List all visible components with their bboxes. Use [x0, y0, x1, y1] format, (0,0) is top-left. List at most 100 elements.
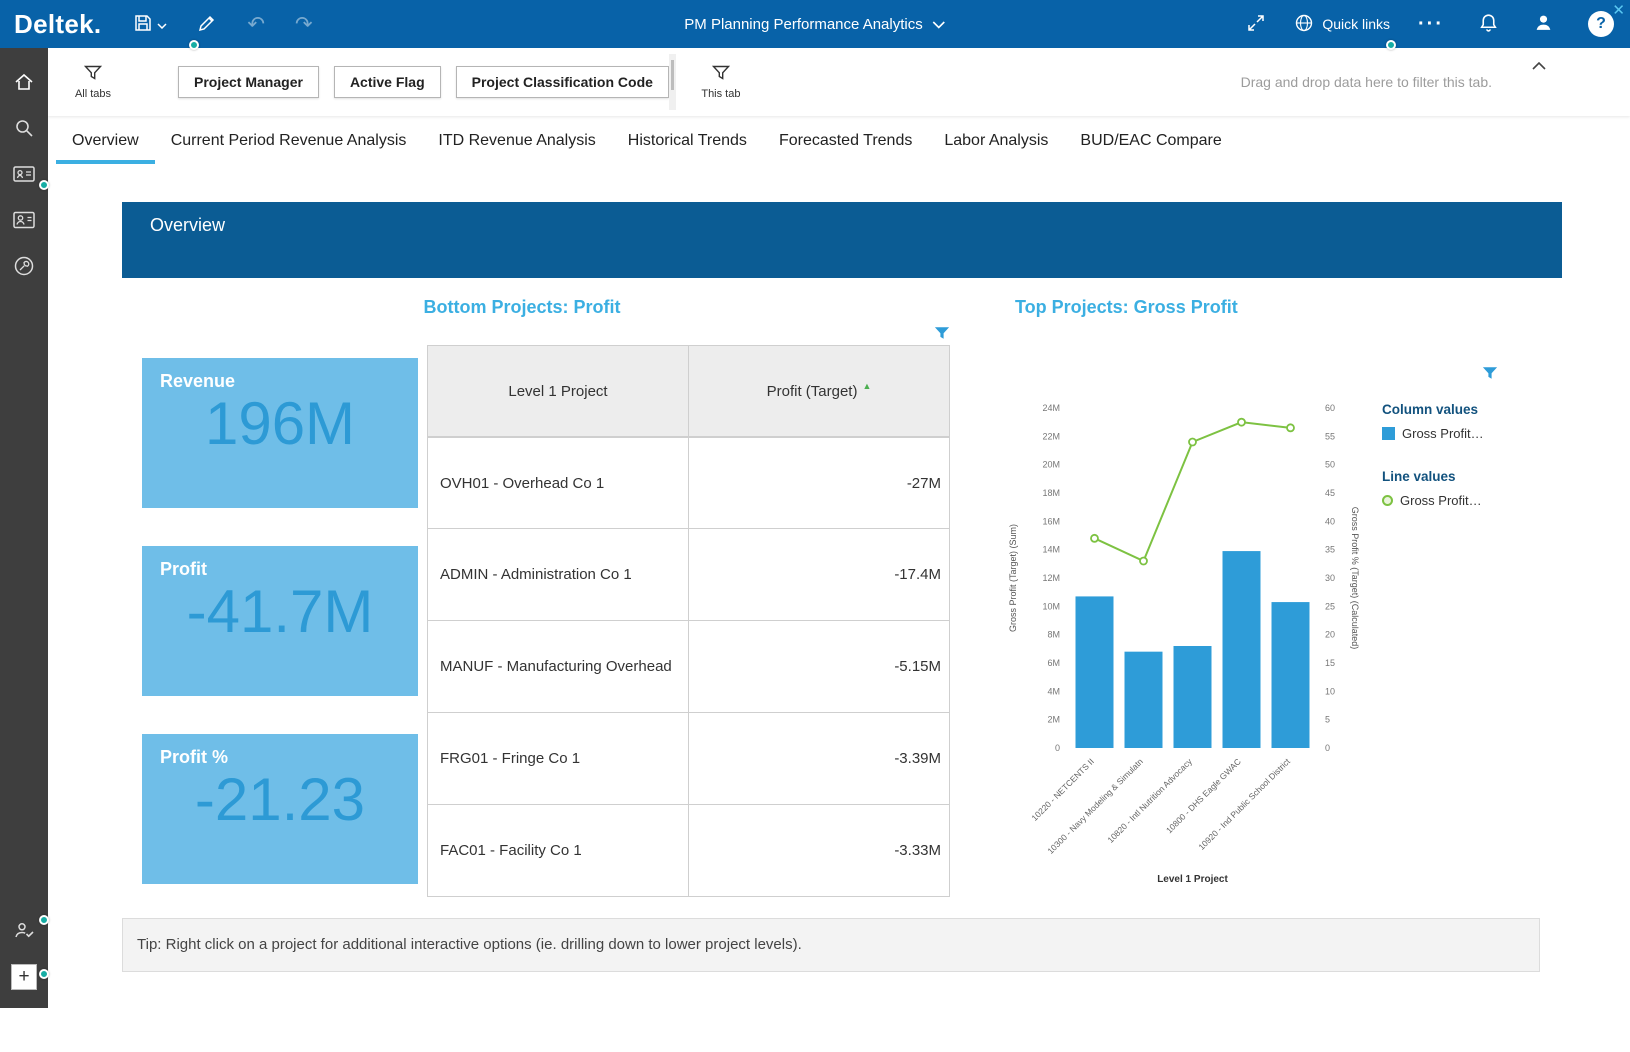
table-row[interactable]: FRG01 - Fringe Co 1-3.39M: [427, 713, 950, 805]
home-icon: [13, 71, 35, 96]
kpi-label: Profit %: [142, 734, 418, 768]
sidebar-search-button[interactable]: [0, 106, 48, 152]
svg-text:50: 50: [1325, 460, 1335, 470]
kpi-card-profit[interactable]: Profit %-21.23: [142, 734, 418, 884]
person-icon: [1533, 12, 1554, 36]
line-marker-1[interactable]: [1140, 558, 1147, 565]
save-button[interactable]: [127, 7, 173, 42]
save-icon: [133, 13, 153, 36]
chart-legend: Column values Gross Profit… Line values …: [1382, 402, 1582, 508]
line-marker-4[interactable]: [1287, 424, 1294, 431]
sidebar-people-button[interactable]: [0, 198, 48, 244]
bar-1[interactable]: [1125, 652, 1163, 748]
svg-text:16M: 16M: [1042, 516, 1060, 526]
edit-pencil-button[interactable]: [191, 7, 223, 42]
bottom-projects-title: Bottom Projects: Profit: [142, 297, 902, 318]
line-marker-2[interactable]: [1189, 439, 1196, 446]
sidebar-contact-card-button[interactable]: [0, 152, 48, 198]
sidebar-home-button[interactable]: [0, 60, 48, 106]
undo-button[interactable]: ↶: [241, 8, 271, 41]
filter-chip-project-manager[interactable]: Project Manager: [178, 66, 319, 98]
notifications-button[interactable]: [1472, 6, 1505, 42]
tab-historical-trends[interactable]: Historical Trends: [612, 116, 763, 166]
line-marker-3[interactable]: [1238, 419, 1245, 426]
bar-3[interactable]: [1223, 551, 1261, 748]
svg-text:20: 20: [1325, 630, 1335, 640]
svg-text:30: 30: [1325, 573, 1335, 583]
indicator-dot: [189, 40, 199, 50]
svg-text:45: 45: [1325, 488, 1335, 498]
bar-0[interactable]: [1076, 596, 1114, 748]
tip-banner: Tip: Right click on a project for additi…: [122, 918, 1540, 972]
table-filter-funnel-icon[interactable]: [934, 326, 950, 345]
svg-text:14M: 14M: [1042, 545, 1060, 555]
legend-item-column-values[interactable]: Gross Profit…: [1382, 426, 1582, 441]
table-body: OVH01 - Overhead Co 1-27MADMIN - Adminis…: [427, 437, 950, 897]
table-row[interactable]: OVH01 - Overhead Co 1-27M: [427, 437, 950, 529]
profit-cell: -5.15M: [689, 621, 950, 713]
filter-chip-project-classification-code[interactable]: Project Classification Code: [456, 66, 669, 98]
indicator-dot: [1386, 40, 1396, 50]
funnel-icon: [84, 65, 102, 85]
quick-links-button[interactable]: Quick links: [1294, 13, 1390, 36]
right-axis-label: Gross Profit % (Target) (Calculated): [1350, 507, 1360, 650]
quick-links-label: Quick links: [1322, 16, 1390, 32]
tab-bud-eac-compare[interactable]: BUD/EAC Compare: [1064, 116, 1237, 166]
svg-text:12M: 12M: [1042, 573, 1060, 583]
kpi-card-profit[interactable]: Profit-41.7M: [142, 546, 418, 696]
banner-title: Overview: [150, 215, 225, 235]
filter-scrollbar[interactable]: [669, 54, 676, 110]
svg-text:2M: 2M: [1047, 715, 1060, 725]
this-tab-filter[interactable]: This tab: [692, 65, 750, 100]
chart-filter-funnel-icon[interactable]: [1482, 366, 1498, 385]
bar-4[interactable]: [1272, 602, 1310, 748]
kpi-card-revenue[interactable]: Revenue196M: [142, 358, 418, 508]
table-row[interactable]: ADMIN - Administration Co 1-17.4M: [427, 529, 950, 621]
topbar-actions: Quick links ··· ?: [1240, 5, 1620, 43]
sidebar-tools-button[interactable]: [0, 244, 48, 290]
account-button[interactable]: [1527, 6, 1560, 42]
app-root: Deltek. ↶ ↷ PM Planning Performance Anal…: [0, 0, 1630, 1052]
tab-labor-analysis[interactable]: Labor Analysis: [928, 116, 1064, 166]
svg-text:15: 15: [1325, 658, 1335, 668]
left-sidebar: +: [0, 48, 48, 1008]
tab-current-period-revenue-analysis[interactable]: Current Period Revenue Analysis: [155, 116, 423, 166]
legend-line-values-header: Line values: [1382, 469, 1582, 484]
table-row[interactable]: MANUF - Manufacturing Overhead-5.15M: [427, 621, 950, 713]
tab-forecasted-trends[interactable]: Forecasted Trends: [763, 116, 928, 166]
more-options-button[interactable]: ···: [1412, 13, 1450, 35]
combo-chart[interactable]: 02M4M6M8M10M12M14M16M18M20M22M24M0510152…: [1000, 390, 1380, 900]
tab-itd-revenue-analysis[interactable]: ITD Revenue Analysis: [422, 116, 611, 166]
tab-overview[interactable]: Overview: [56, 116, 155, 166]
indicator-dot: [39, 180, 49, 190]
legend-column-values-header: Column values: [1382, 402, 1582, 417]
table-header-row: Level 1 ProjectProfit (Target)▲: [427, 345, 950, 437]
bar-2[interactable]: [1174, 646, 1212, 748]
svg-text:40: 40: [1325, 516, 1335, 526]
column-header-label: Profit (Target): [767, 383, 858, 400]
redo-button[interactable]: ↷: [289, 8, 319, 41]
deltek-logo: Deltek.: [14, 9, 101, 40]
x-category-label: 10300 - Navy Modeling & Simulatn: [1045, 756, 1145, 856]
line-series-swatch: [1382, 495, 1393, 506]
kpi-value: -21.23: [142, 770, 418, 830]
dashboard-title-dropdown[interactable]: PM Planning Performance Analytics: [684, 16, 945, 33]
fullscreen-button[interactable]: [1240, 7, 1272, 42]
profit-cell: -3.33M: [689, 805, 950, 897]
column-header-level-1-project[interactable]: Level 1 Project: [427, 345, 689, 437]
all-tabs-filter[interactable]: All tabs: [64, 65, 122, 100]
filter-bar: All tabs Project ManagerActive FlagProje…: [48, 48, 1630, 116]
page-title: PM Planning Performance Analytics: [684, 16, 922, 33]
kpi-label: Profit: [142, 546, 418, 580]
project-cell: FAC01 - Facility Co 1: [427, 805, 689, 897]
collapse-filter-bar-button[interactable]: [1532, 58, 1546, 73]
filter-chips: Project Manager Active Flag Project Classi…: [178, 66, 669, 98]
table-row[interactable]: FAC01 - Facility Co 1-3.33M: [427, 805, 950, 897]
column-header-profit-target[interactable]: Profit (Target)▲: [689, 345, 950, 437]
svg-text:5: 5: [1325, 715, 1330, 725]
filter-chip-active-flag[interactable]: Active Flag: [334, 66, 441, 98]
legend-item-line-values[interactable]: Gross Profit…: [1382, 493, 1582, 508]
project-cell: OVH01 - Overhead Co 1: [427, 437, 689, 529]
line-marker-0[interactable]: [1091, 535, 1098, 542]
close-icon[interactable]: ✕: [1612, 1, 1625, 19]
